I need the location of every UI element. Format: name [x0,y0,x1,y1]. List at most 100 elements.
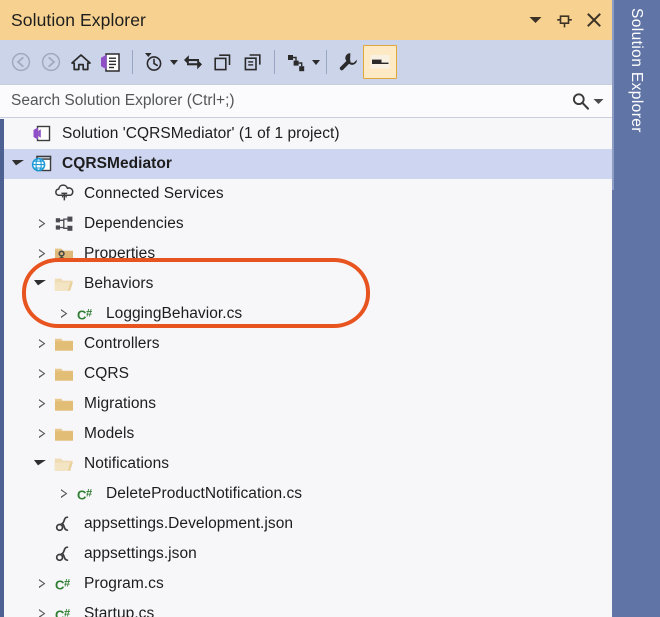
auto-hide-pin-button[interactable] [551,6,578,34]
titlebar-buttons [522,6,612,34]
tree-row[interactable]: Migrations [4,389,612,419]
collapse-all-button[interactable] [238,46,268,78]
dependencies-icon [52,212,76,236]
folder-closed-icon [52,362,76,386]
solution-icon [30,122,54,146]
tree-row-label: Connected Services [84,185,224,202]
solution-explorer-screenshot: Solution Explorer Solution Explorer Sear… [0,0,660,617]
expand-chevron-icon[interactable] [32,389,52,419]
solution-icon [33,125,51,142]
tree-row[interactable]: C # DeleteProductNotification.cs [4,479,612,509]
twisty-placeholder [32,509,52,539]
folder-open-icon [52,272,76,296]
tree-row-label: DeleteProductNotification.cs [106,485,303,502]
refresh-button[interactable] [208,46,238,78]
tree-row[interactable]: Solution 'CQRSMediator' (1 of 1 project) [4,119,612,149]
connected-services-icon [54,184,74,201]
csharp-file-icon: C # [77,307,92,322]
tree-row-label: Dependencies [84,215,184,232]
folder-closed-icon [52,392,76,416]
web-project-icon [31,155,52,172]
sync-arrows-icon [184,55,202,70]
json-file-icon [55,516,68,532]
expand-chevron-icon[interactable] [32,419,52,449]
tree-row-label: Notifications [84,455,170,472]
expand-chevron-icon[interactable] [54,479,74,509]
expand-chevron-icon[interactable] [32,209,52,239]
tree-row[interactable]: Controllers [4,329,612,359]
search-input[interactable] [0,92,571,110]
home-icon [71,54,91,71]
dock-strip: Solution Explorer [612,0,660,617]
solution-explorer-toolbar [0,40,612,84]
tree-row[interactable]: C # Program.cs [4,569,612,599]
properties-folder-icon [52,242,76,266]
tree-row[interactable]: C # Startup.cs [4,599,612,617]
panel-title-bar: Solution Explorer [0,0,612,40]
tree-row[interactable]: CQRS [4,359,612,389]
expand-chevron-icon[interactable] [32,599,52,617]
tree-row-label: CQRS [84,365,129,382]
forward-button[interactable] [36,46,66,78]
csharp-file-icon: C # [52,602,76,617]
collapse-all-icon [244,53,261,70]
tree-row[interactable]: CQRSMediator [4,149,612,179]
home-button[interactable] [66,46,96,78]
docked-tab-solution-explorer[interactable]: Solution Explorer [612,0,660,190]
window-menu-dropdown-button[interactable] [522,6,549,34]
tree-row[interactable]: Dependencies [4,209,612,239]
csharp-file-icon: C # [55,577,70,592]
collapse-chevron-icon[interactable] [32,449,52,479]
expand-chevron-icon[interactable] [54,299,74,329]
sync-with-active-document-button[interactable] [178,46,208,78]
folder-closed-icon [55,398,73,411]
back-button[interactable] [6,46,36,78]
toolbar-separator [274,50,275,74]
twisty-placeholder [32,179,52,209]
tree-row[interactable]: Connected Services [4,179,612,209]
tree-row[interactable]: appsettings.Development.json [4,509,612,539]
json-file-icon [55,546,68,562]
toolbar-separator [326,50,327,74]
tree-row[interactable]: Behaviors [4,269,612,299]
expand-chevron-icon[interactable] [32,359,52,389]
tree-row[interactable]: C # LoggingBehavior.cs [4,299,612,329]
dependencies-icon [55,216,72,231]
properties-button[interactable] [333,46,363,78]
expand-chevron-icon[interactable] [32,569,52,599]
close-button[interactable] [580,6,607,34]
twisty-placeholder [10,119,30,149]
csharp-file-icon: C # [55,607,70,617]
show-all-files-button[interactable] [281,46,320,78]
expand-chevron-icon[interactable] [32,239,52,269]
pending-changes-filter-button[interactable] [139,46,178,78]
chevron-down-icon[interactable] [593,98,604,105]
tree-row[interactable]: Models [4,419,612,449]
preview-selected-items-button[interactable] [363,45,397,79]
expand-chevron-icon[interactable] [32,329,52,359]
collapse-chevron-icon[interactable] [10,149,30,179]
preview-pane-icon [370,55,390,69]
tree-row-label: Behaviors [84,275,154,292]
tree-row[interactable]: Properties [4,239,612,269]
csharp-file-icon: C # [74,302,98,326]
tree-row-label: Controllers [84,335,160,352]
tree-row-label: Properties [84,245,156,262]
tree-row[interactable]: appsettings.json [4,539,612,569]
folder-closed-icon [52,332,76,356]
arrow-back-circle-icon [11,52,31,72]
tree-row-label: LoggingBehavior.cs [106,305,243,322]
solution-explorer-view-button[interactable] [96,46,126,78]
json-file-icon [52,512,76,536]
connected-services-icon [52,182,76,206]
solution-tree[interactable]: Solution 'CQRSMediator' (1 of 1 project)… [0,119,612,617]
search-icon[interactable] [571,92,590,111]
folder-closed-icon [55,428,73,441]
collapse-chevron-icon[interactable] [32,269,52,299]
clock-filter-icon [145,53,162,71]
tree-row[interactable]: Notifications [4,449,612,479]
tree-row-label: appsettings.json [84,545,197,562]
svg-text:#: # [86,307,92,319]
chevron-down-icon [170,59,178,65]
folder-open-icon [52,452,76,476]
